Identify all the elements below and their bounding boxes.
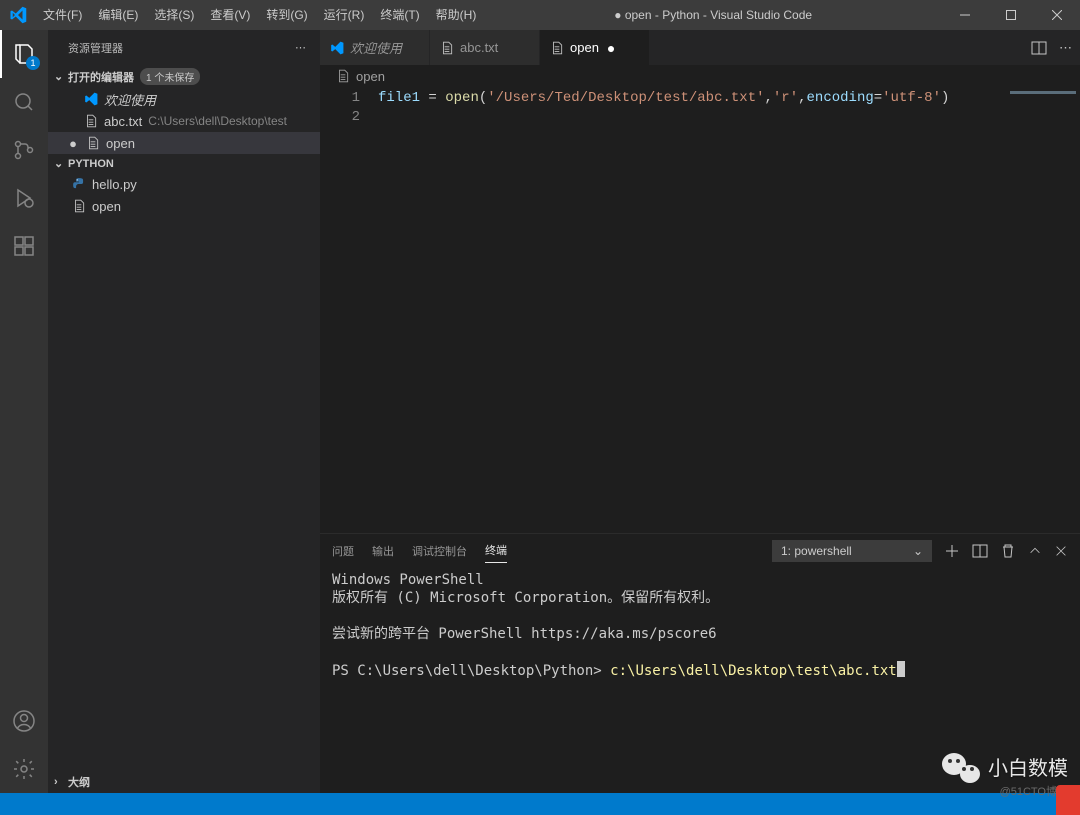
terminal-select[interactable]: 1: powershell ⌄ — [772, 540, 932, 562]
explorer-badge: 1 — [26, 56, 40, 70]
vscode-logo-icon — [0, 6, 35, 24]
corner-badge — [1056, 785, 1080, 815]
open-editor-label: 欢迎使用 — [104, 90, 156, 109]
dirty-dot-icon: ● — [607, 40, 619, 56]
close-button[interactable] — [1034, 0, 1080, 30]
breadcrumb[interactable]: open — [320, 65, 1080, 87]
source-control-icon[interactable] — [0, 126, 48, 174]
panel-tabs: 问题 输出 调试控制台 终端 1: powershell ⌄ — [320, 534, 1080, 567]
settings-gear-icon[interactable] — [0, 745, 48, 793]
chevron-down-icon: ⌄ — [54, 70, 68, 83]
editor-area: 欢迎使用 abc.txt open ● ⋯ open 12 file1 = op — [320, 30, 1080, 793]
open-editor-label: abc.txt — [104, 114, 142, 129]
maximize-panel-icon[interactable] — [1028, 544, 1042, 558]
folder-label: PYTHON — [68, 158, 114, 170]
window-controls — [942, 0, 1080, 30]
open-editors-section[interactable]: ⌄ 打开的编辑器 1 个未保存 — [48, 65, 320, 88]
activity-bar: 1 — [0, 30, 48, 793]
extensions-icon[interactable] — [0, 222, 48, 270]
vscode-file-icon — [82, 92, 100, 106]
panel-tab-output[interactable]: 输出 — [372, 539, 394, 563]
outline-section[interactable]: › 大纲 — [48, 771, 320, 793]
open-editor-label: open — [106, 136, 135, 151]
open-editor-open[interactable]: ● open — [48, 132, 320, 154]
tab-label: abc.txt — [460, 40, 498, 55]
new-terminal-icon[interactable] — [944, 543, 960, 559]
menu-go[interactable]: 转到(G) — [258, 0, 315, 30]
menu-edit[interactable]: 编辑(E) — [90, 0, 146, 30]
file-icon — [84, 136, 102, 150]
explorer-icon[interactable]: 1 — [0, 30, 48, 78]
file-open[interactable]: open — [48, 195, 320, 217]
folder-section[interactable]: ⌄ PYTHON — [48, 154, 320, 173]
watermark-text: 小白数模 — [988, 752, 1068, 781]
menu-file[interactable]: 文件(F) — [35, 0, 90, 30]
menu-run[interactable]: 运行(R) — [316, 0, 373, 30]
tab-label: 欢迎使用 — [350, 38, 402, 57]
editor-more-icon[interactable]: ⋯ — [1059, 40, 1072, 56]
unsaved-chip: 1 个未保存 — [140, 68, 200, 85]
minimap[interactable] — [1006, 87, 1080, 533]
search-icon[interactable] — [0, 78, 48, 126]
file-label: hello.py — [92, 177, 137, 192]
editor-tabs: 欢迎使用 abc.txt open ● ⋯ — [320, 30, 1080, 65]
minimize-button[interactable] — [942, 0, 988, 30]
terminal-line: PS C:\Users\dell\Desktop\Python> c:\User… — [332, 661, 1068, 680]
menu-help[interactable]: 帮助(H) — [428, 0, 485, 30]
terminal-line: 尝试新的跨平台 PowerShell https://aka.ms/pscore… — [332, 625, 1068, 643]
accounts-icon[interactable] — [0, 697, 48, 745]
file-label: open — [92, 199, 121, 214]
menu-selection[interactable]: 选择(S) — [146, 0, 202, 30]
file-hello-py[interactable]: hello.py — [48, 173, 320, 195]
tab-abc-txt[interactable]: abc.txt — [430, 30, 540, 65]
menu-terminal[interactable]: 终端(T) — [372, 0, 427, 30]
split-editor-icon[interactable] — [1031, 40, 1047, 56]
wechat-cloud-icon — [942, 749, 980, 783]
open-editor-welcome[interactable]: 欢迎使用 — [48, 88, 320, 110]
open-editor-hint: C:\Users\dell\Desktop\test — [148, 114, 287, 128]
split-terminal-icon[interactable] — [972, 543, 988, 559]
status-bar[interactable] — [0, 793, 1080, 815]
chevron-down-icon: ⌄ — [54, 157, 68, 170]
open-editor-abc[interactable]: abc.txt C:\Users\dell\Desktop\test — [48, 110, 320, 132]
open-editors-label: 打开的编辑器 — [68, 69, 134, 85]
explorer-more-icon[interactable]: ⋯ — [295, 41, 308, 54]
chevron-down-icon: ⌄ — [913, 544, 923, 558]
close-panel-icon[interactable] — [1054, 544, 1068, 558]
panel-tab-debug-console[interactable]: 调试控制台 — [412, 539, 467, 563]
watermark: 小白数模 — [942, 749, 1068, 783]
outline-label: 大纲 — [68, 774, 90, 790]
code-editor[interactable]: 12 file1 = open('/Users/Ted/Desktop/test… — [320, 87, 1080, 533]
title-bar: 文件(F) 编辑(E) 选择(S) 查看(V) 转到(G) 运行(R) 终端(T… — [0, 0, 1080, 30]
explorer-title: 资源管理器 — [68, 40, 123, 56]
terminal-select-label: 1: powershell — [781, 544, 852, 558]
maximize-button[interactable] — [988, 0, 1034, 30]
tab-label: open — [570, 40, 599, 55]
kill-terminal-icon[interactable] — [1000, 543, 1016, 559]
menu-bar: 文件(F) 编辑(E) 选择(S) 查看(V) 转到(G) 运行(R) 终端(T… — [35, 0, 484, 30]
terminal-cursor — [897, 661, 905, 677]
dirty-dot-icon: ● — [64, 136, 82, 151]
panel-tab-terminal[interactable]: 终端 — [485, 538, 507, 563]
file-icon — [336, 69, 350, 83]
vscode-file-icon — [330, 41, 344, 55]
tab-welcome[interactable]: 欢迎使用 — [320, 30, 430, 65]
terminal-line: Windows PowerShell — [332, 571, 1068, 589]
python-file-icon — [70, 177, 88, 191]
file-icon — [70, 199, 88, 213]
panel-tab-problems[interactable]: 问题 — [332, 539, 354, 563]
menu-view[interactable]: 查看(V) — [202, 0, 258, 30]
line-gutter: 12 — [320, 87, 378, 533]
terminal-line: 版权所有 (C) Microsoft Corporation。保留所有权利。 — [332, 589, 1068, 607]
file-icon — [550, 41, 564, 55]
chevron-right-icon: › — [54, 776, 68, 788]
code-content[interactable]: file1 = open('/Users/Ted/Desktop/test/ab… — [378, 87, 1080, 533]
file-icon — [440, 41, 454, 55]
explorer-sidebar: 资源管理器 ⋯ ⌄ 打开的编辑器 1 个未保存 欢迎使用 abc.txt C:\… — [48, 30, 320, 793]
tab-open[interactable]: open ● — [540, 30, 650, 65]
window-title: ● open - Python - Visual Studio Code — [484, 8, 942, 22]
run-debug-icon[interactable] — [0, 174, 48, 222]
breadcrumb-item: open — [356, 69, 385, 84]
file-icon — [82, 114, 100, 128]
